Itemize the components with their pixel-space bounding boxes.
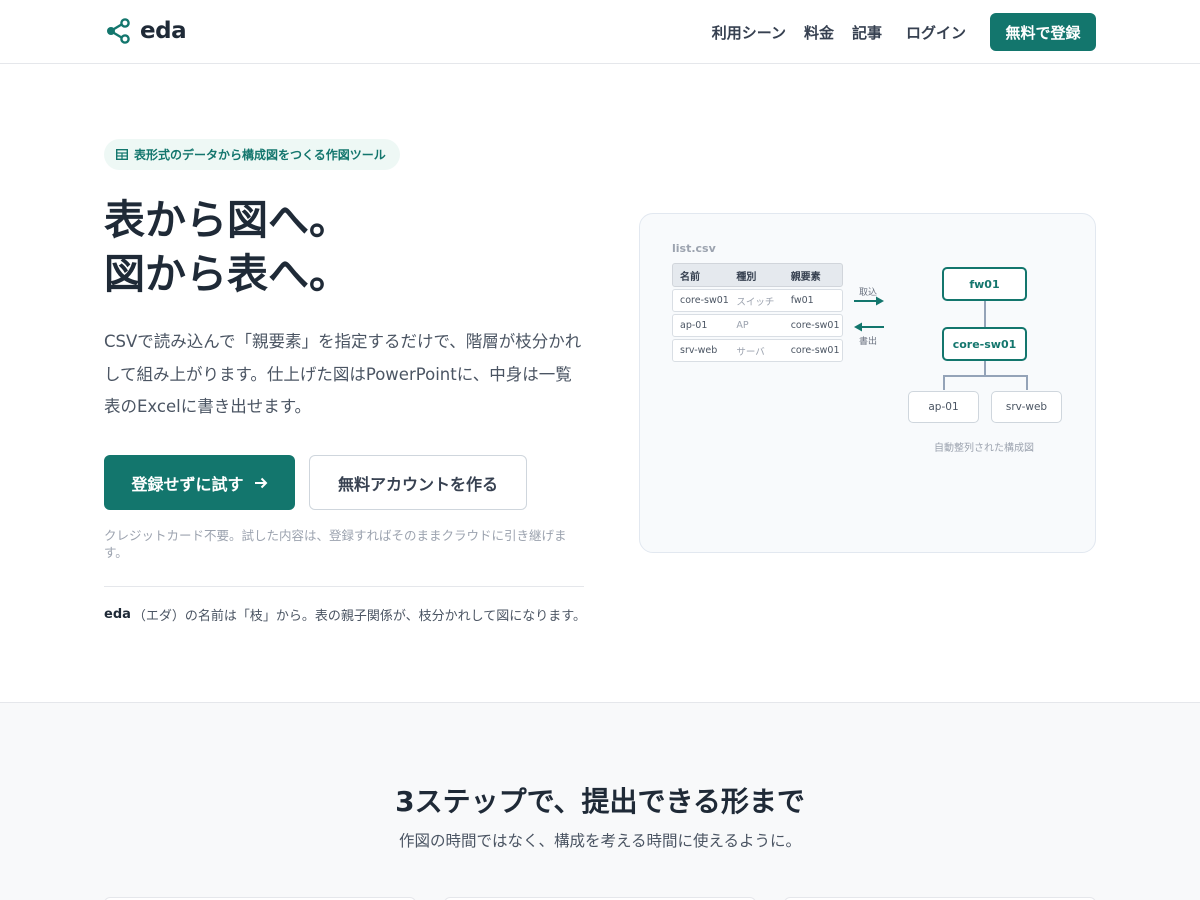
try-button-label: 登録せずに試す — [131, 474, 244, 494]
table-cell: core-sw01 — [680, 295, 729, 306]
table-cell: fw01 — [790, 295, 814, 306]
create-free-account-button[interactable]: 無料アカウントを作る — [309, 455, 527, 510]
name-origin-note: eda （エダ）の名前は「枝」から。表の親子関係が、枝分かれして図になります。 — [104, 605, 586, 624]
table-row: srv-web サーバ core-sw01 — [672, 339, 843, 362]
hero-divider — [104, 586, 584, 587]
nav-articles[interactable]: 記事 — [852, 22, 882, 43]
hero-title-line2: 図から表へ。 — [104, 250, 350, 298]
diagram-node-fw01: fw01 — [942, 267, 1027, 301]
steps-subtitle: 作図の時間ではなく、構成を考える時間に使えるように。 — [398, 832, 802, 850]
diagram-node-srv-web: srv-web — [991, 391, 1062, 423]
hero-description: CSVで読み込んで「親要素」を指定するだけで、階層が枝分かれして組み上がります。… — [104, 332, 582, 416]
connector-line — [943, 375, 1027, 377]
try-without-signup-button[interactable]: 登録せずに試す — [104, 455, 295, 510]
footnote-text: （エダ）の名前は「枝」から。表の親子関係が、枝分かれして図になります。 — [132, 609, 586, 624]
connector-line — [1026, 375, 1028, 390]
diagram-node-core-sw01: core-sw01 — [942, 327, 1027, 361]
footnote-brand: eda — [104, 607, 131, 622]
table-cell: スイッチ — [736, 296, 775, 308]
steps-section: 3ステップで、提出できる形まで 作図の時間ではなく、構成を考える時間に使えるよう… — [0, 702, 1200, 900]
column-header: 名前 — [680, 271, 700, 283]
login-link[interactable]: ログイン — [906, 22, 966, 43]
logo-text: eda — [140, 18, 187, 44]
diagram-caption: 自動整列された構成図 — [934, 443, 1034, 454]
table-cell: AP — [736, 320, 749, 331]
table-cell: サーバ — [736, 346, 765, 358]
column-header: 種別 — [736, 271, 757, 283]
diagram-preview-panel: list.csv 名前 種別 親要素 core-sw01 スイッチ fw01 a… — [639, 213, 1096, 553]
table-cell: core-sw01 — [790, 345, 840, 356]
connector-line — [984, 361, 986, 375]
site-header: eda 利用シーン 料金 記事 ログイン 無料で登録 — [0, 0, 1200, 64]
table-cell: ap-01 — [680, 320, 708, 331]
import-arrow-icon — [854, 296, 884, 306]
steps-title: 3ステップで、提出できる形まで — [395, 785, 805, 818]
table-row: ap-01 AP core-sw01 — [672, 314, 843, 337]
connector-line — [943, 375, 945, 390]
signup-button[interactable]: 無料で登録 — [990, 13, 1096, 51]
hero-badge: 表形式のデータから構成図をつくる作図ツール — [104, 139, 400, 170]
hero-title-line1: 表から図へ。 — [104, 196, 350, 244]
table-header: 名前 種別 親要素 — [672, 263, 843, 287]
branch-logo-icon — [107, 18, 130, 44]
table-cell: core-sw01 — [790, 320, 840, 331]
no-credit-card-note: クレジットカード不要。試した内容は、登録すればそのままクラウドに引き継げます。 — [104, 528, 567, 560]
nav-pricing[interactable]: 料金 — [804, 22, 834, 43]
main-nav: 利用シーン 料金 記事 ログイン 無料で登録 — [712, 13, 1096, 51]
hero-badge-text: 表形式のデータから構成図をつくる作図ツール — [134, 148, 386, 162]
column-header: 親要素 — [790, 271, 821, 283]
arrow-right-icon — [254, 477, 267, 488]
export-arrow-icon — [854, 322, 884, 332]
csv-file-name: list.csv — [672, 242, 716, 255]
nav-use-cases[interactable]: 利用シーン — [712, 22, 786, 43]
table-row: core-sw01 スイッチ fw01 — [672, 289, 843, 312]
export-label: 書出 — [859, 337, 878, 347]
table-icon — [116, 149, 128, 160]
diagram-node-ap-01: ap-01 — [908, 391, 979, 423]
hero-title: 表から図へ。 図から表へ。 — [104, 193, 350, 301]
connector-line — [984, 301, 986, 328]
table-cell: srv-web — [680, 345, 718, 356]
logo[interactable]: eda — [106, 18, 187, 44]
